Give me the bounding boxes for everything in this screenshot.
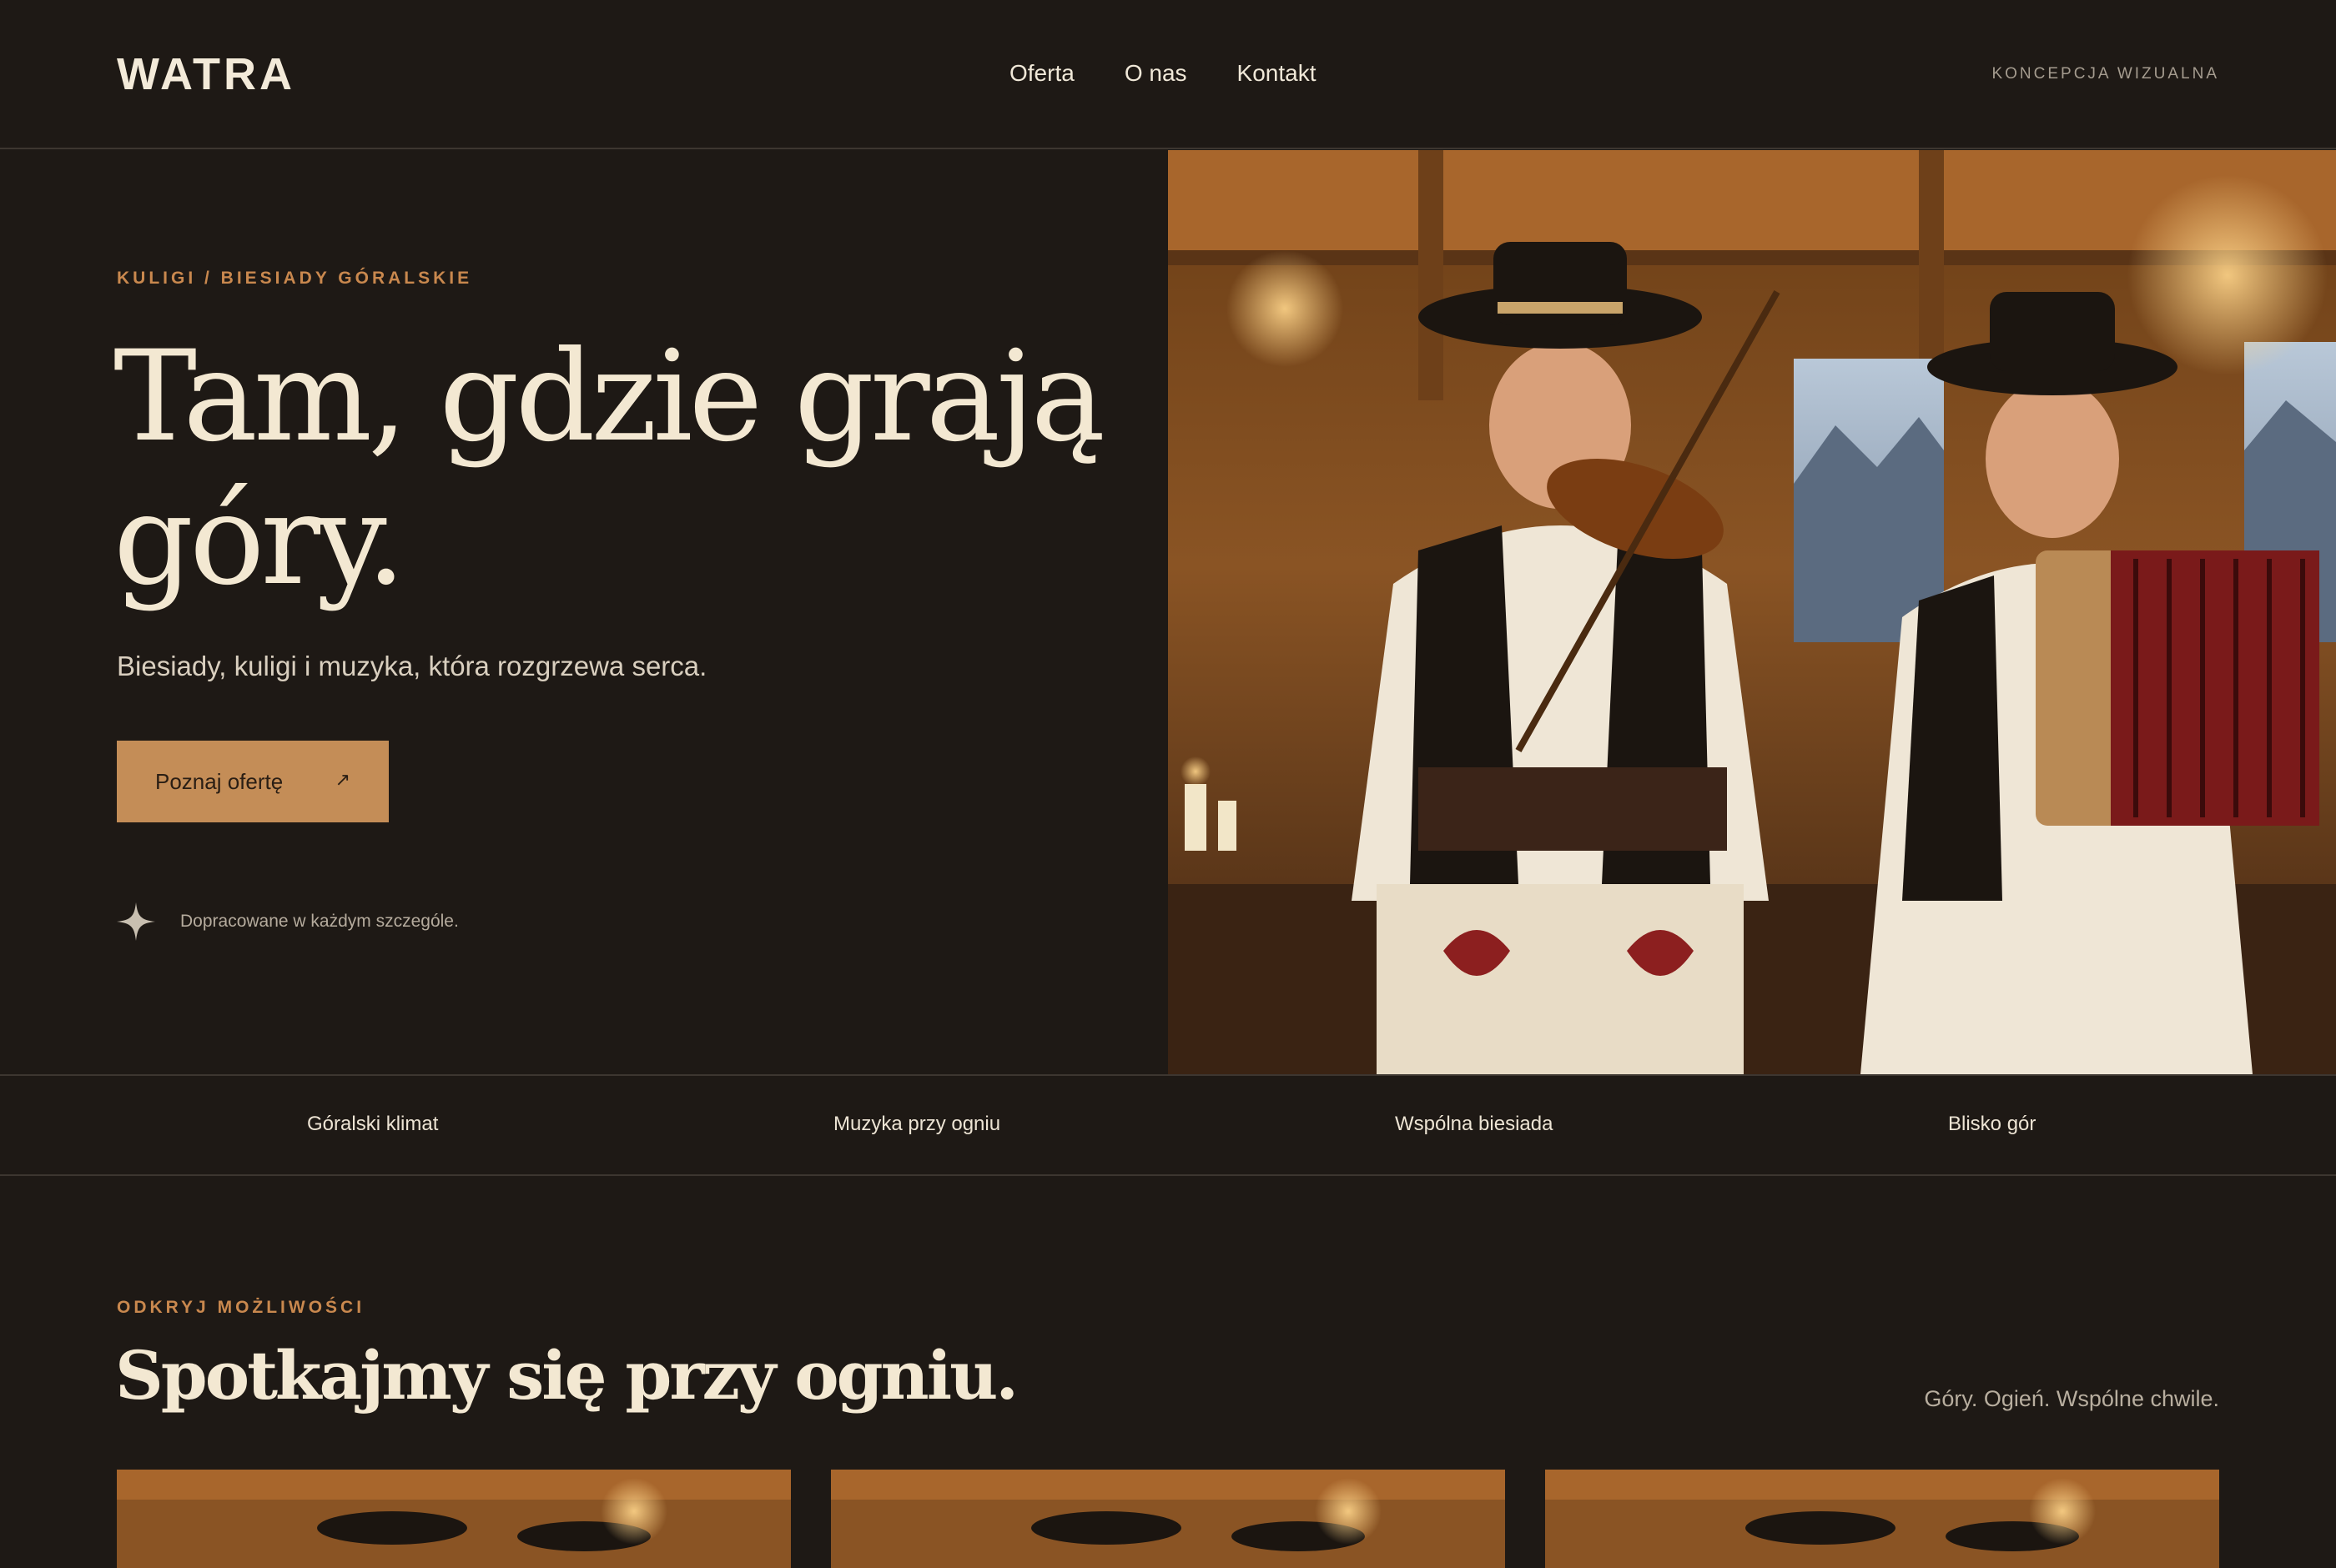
hero-section: KULIGI / BIESIADY GÓRALSKIE Tam, gdzie g… (0, 150, 2336, 1074)
cta-label: Poznaj ofertę (155, 768, 284, 794)
nav-link-kontakt[interactable]: Kontakt (1237, 60, 1317, 87)
section-aside: Góry. Ogień. Wspólne chwile. (1924, 1386, 2219, 1411)
arrow-up-right-icon: ↗ (335, 769, 350, 790)
offer-card-2[interactable] (831, 1470, 1505, 1568)
feature-wspolna-biesiada: Wspólna biesiada (1395, 1113, 1553, 1135)
quality-note: Dopracowane w każdym szczególe. (117, 902, 459, 941)
feature-muzyka-przy-ogniu: Muzyka przy ogniu (833, 1113, 1001, 1135)
header-tagline: KONCEPCJA WIZUALNA (1991, 65, 2219, 83)
hero-title-line-2: góry. (113, 468, 406, 613)
hero-title-line-1: Tam, gdzie grają (113, 324, 1105, 470)
sparkle-icon (117, 902, 155, 941)
offer-card-3[interactable] (1545, 1470, 2219, 1568)
nav-link-o-nas[interactable]: O nas (1125, 60, 1187, 87)
feature-blisko-gor: Blisko gór (1948, 1113, 2036, 1135)
hero-photo-musicians (1168, 150, 2336, 1074)
offer-card-image (1545, 1470, 2219, 1568)
section-eyebrow: ODKRYJ MOŻLIWOŚCI (117, 1298, 365, 1317)
offer-card-image (831, 1470, 1505, 1568)
section-title: Spotkajmy się przy ogniu. (115, 1336, 1019, 1415)
cta-button[interactable]: Poznaj ofertę ↗ (117, 741, 389, 822)
features-strip: Góralski klimat Muzyka przy ogniu Wspóln… (0, 1074, 2336, 1176)
offer-card-1[interactable] (117, 1470, 791, 1568)
hero-subtitle: Biesiady, kuligi i muzyka, która rozgrze… (117, 651, 707, 681)
nav-link-oferta[interactable]: Oferta (1009, 60, 1075, 87)
hero-title: Tam, gdzie grają góry. (113, 325, 1131, 612)
site-header: WATRA Oferta O nas Kontakt KONCEPCJA WIZ… (0, 0, 2336, 149)
musicians-illustration (1168, 150, 2336, 1074)
hero-eyebrow: KULIGI / BIESIADY GÓRALSKIE (117, 269, 473, 288)
offer-card-image (117, 1470, 791, 1568)
logo[interactable]: WATRA (117, 48, 295, 100)
quality-note-text: Dopracowane w każdym szczególe. (180, 912, 459, 931)
feature-goralski-klimat: Góralski klimat (307, 1113, 439, 1135)
main-nav: Oferta O nas Kontakt (1009, 60, 1316, 87)
